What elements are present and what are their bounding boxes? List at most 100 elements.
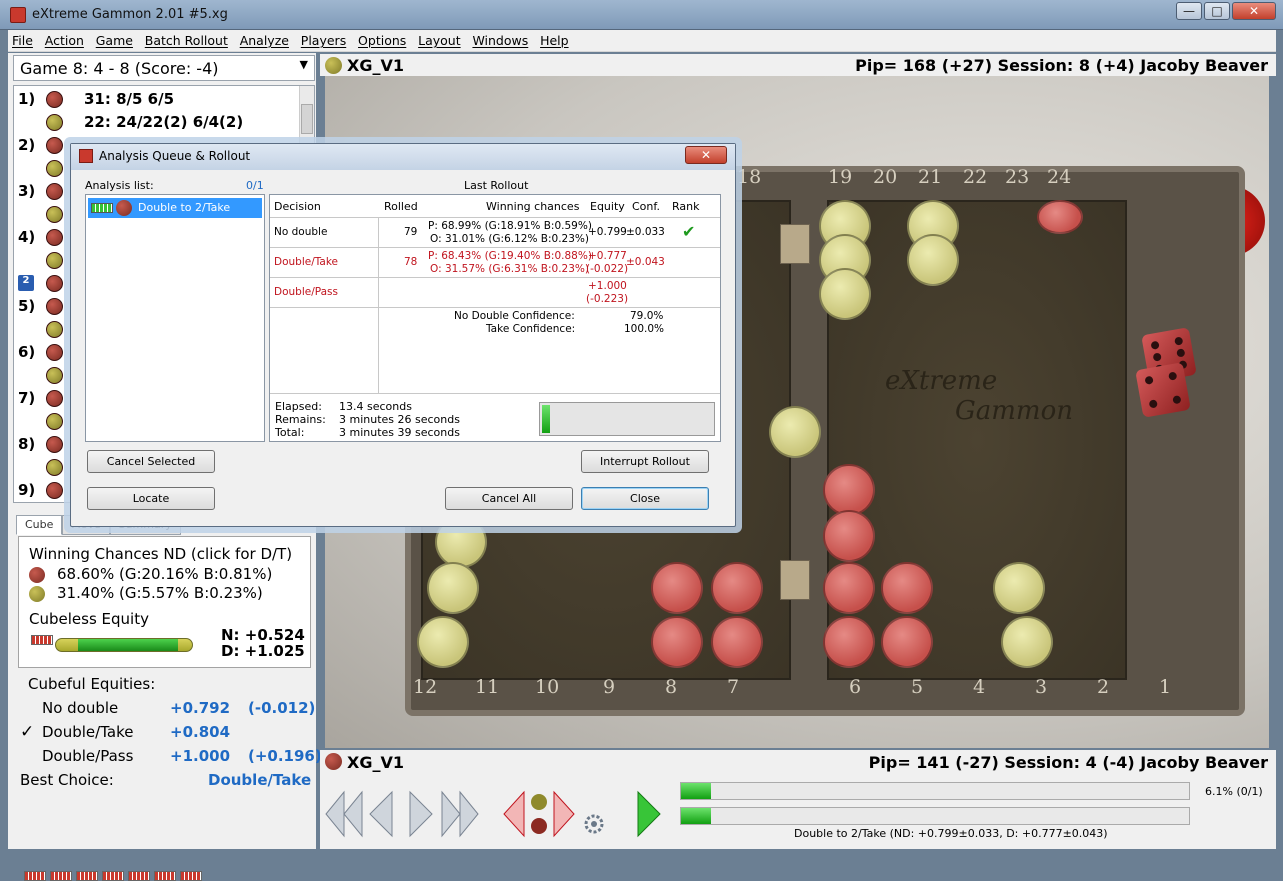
checker-cream[interactable] <box>427 562 479 614</box>
dialog-close-button[interactable]: ✕ <box>685 146 727 164</box>
menu-batch-rollout[interactable]: Batch Rollout <box>141 30 232 48</box>
point-label: 22 <box>963 166 988 188</box>
list-item[interactable]: 22: 24/22(2) 6/4(2) <box>14 111 299 134</box>
first-move-icon[interactable] <box>324 788 364 840</box>
cube-analysis-panel[interactable]: Winning Chances ND (click for D/T) 68.60… <box>18 536 311 668</box>
minimize-button[interactable]: — <box>1176 2 1202 20</box>
analysis-level-icon[interactable] <box>154 871 176 881</box>
menu-help[interactable]: Help <box>536 30 573 48</box>
rollout-bars-icon <box>31 635 53 645</box>
play-icon[interactable] <box>636 788 662 840</box>
red-chances: 68.60% (G:20.16% B:0.81%) <box>57 565 273 583</box>
red-checker-icon <box>46 275 63 292</box>
die-icon[interactable] <box>1135 362 1191 418</box>
menu-analyze[interactable]: Analyze <box>236 30 293 48</box>
equity-cell: +1.000 <box>588 280 627 292</box>
point-label: 11 <box>475 676 500 698</box>
table-row[interactable]: Double/Take 78 P: 68.43% (G:19.40% B:0.8… <box>270 247 720 277</box>
checker-red[interactable] <box>823 510 875 562</box>
analysis-level-icon[interactable] <box>76 871 98 881</box>
app-icon <box>10 7 26 23</box>
equity-bar <box>55 638 193 652</box>
checker-red[interactable] <box>823 616 875 668</box>
col-rolled: Rolled <box>384 200 418 213</box>
table-row[interactable]: Double/Pass +1.000 (-0.223) <box>270 277 720 307</box>
previous-move-icon[interactable] <box>368 788 394 840</box>
point-label: 10 <box>535 676 560 698</box>
point-label: 24 <box>1047 166 1072 188</box>
red-checker-icon <box>46 298 63 315</box>
menu-file[interactable]: File <box>8 30 37 48</box>
menu-options[interactable]: Options <box>354 30 410 48</box>
checker-red[interactable] <box>711 562 763 614</box>
analysis-level-icon[interactable] <box>128 871 150 881</box>
next-move-icon[interactable] <box>408 788 434 840</box>
checker-cream-on-bar[interactable] <box>769 406 821 458</box>
locate-button[interactable]: Locate <box>87 487 215 510</box>
checker-red[interactable] <box>651 562 703 614</box>
menu-players[interactable]: Players <box>297 30 350 48</box>
menu-bar: File Action Game Batch Rollout Analyze P… <box>8 30 1276 52</box>
move-number: 2) <box>18 136 36 154</box>
red-checker-icon <box>46 91 63 108</box>
checker-red[interactable] <box>823 562 875 614</box>
dialog-titlebar: Analysis Queue & Rollout ✕ <box>71 144 735 170</box>
checker-cream[interactable] <box>1001 616 1053 668</box>
list-item[interactable]: 1) 31: 8/5 6/5 <box>14 88 299 111</box>
queue-item[interactable]: Double to 2/Take <box>88 198 262 218</box>
best-choice-label: Best Choice: <box>20 771 114 789</box>
settings-gear-icon[interactable] <box>582 812 606 836</box>
dialog-close-action-button[interactable]: Close <box>581 487 709 510</box>
red-checker-icon <box>116 200 132 216</box>
conf-cell: ±0.033 <box>626 226 665 238</box>
point-label: 8 <box>665 676 678 698</box>
menu-action[interactable]: Action <box>41 30 88 48</box>
analysis-level-icon[interactable] <box>24 871 46 881</box>
checker-red[interactable] <box>881 616 933 668</box>
checker-cream[interactable] <box>993 562 1045 614</box>
analysis-level-icon[interactable] <box>102 871 124 881</box>
col-winning: Winning chances <box>486 200 580 213</box>
top-player-bar: XG_V1 Pip= 168 (+27) Session: 8 (+4) Jac… <box>320 54 1276 76</box>
winning-chances-heading[interactable]: Winning Chances ND (click for D/T) <box>29 545 292 563</box>
p-chances: P: 68.43% (G:19.40% B:0.88%) <box>428 250 592 262</box>
double-take-label: Double/Take <box>42 723 134 741</box>
checker-red[interactable] <box>1037 200 1083 234</box>
player-turn-nav-icon[interactable] <box>502 788 576 840</box>
board-logo: eXtreme Gammon <box>885 366 1073 426</box>
table-row[interactable]: No double 79 P: 68.99% (G:18.91% B:0.59%… <box>270 217 720 247</box>
olive-checker-icon <box>46 367 63 384</box>
cancel-all-button[interactable]: Cancel All <box>445 487 573 510</box>
checker-cream[interactable] <box>907 234 959 286</box>
checker-cream[interactable] <box>417 616 469 668</box>
equity-diff-cell: (-0.022) <box>586 263 629 275</box>
rollout-percent: 6.1% (0/1) <box>1205 785 1263 798</box>
maximize-button[interactable]: □ <box>1204 2 1230 20</box>
tab-cube[interactable]: Cube <box>16 515 63 535</box>
move-text: 31: 8/5 6/5 <box>84 90 175 108</box>
game-selector[interactable]: Game 8: 4 - 8 (Score: -4) ▼ <box>13 55 315 81</box>
analysis-list[interactable]: Double to 2/Take <box>85 194 265 442</box>
menu-layout[interactable]: Layout <box>414 30 465 48</box>
checker-red[interactable] <box>711 616 763 668</box>
scrollbar-thumb[interactable] <box>301 104 313 134</box>
checker-red[interactable] <box>823 464 875 516</box>
interrupt-rollout-button[interactable]: Interrupt Rollout <box>581 450 709 473</box>
double-pass-label: Double/Pass <box>42 747 134 765</box>
menu-game[interactable]: Game <box>92 30 137 48</box>
checker-red[interactable] <box>651 616 703 668</box>
bottom-player-name: XG_V1 <box>347 753 404 772</box>
last-move-icon[interactable] <box>440 788 480 840</box>
rank-check-icon: ✔ <box>682 222 696 241</box>
point-label: 12 <box>413 676 438 698</box>
checker-red[interactable] <box>881 562 933 614</box>
close-button[interactable]: ✕ <box>1232 2 1276 20</box>
analysis-queue-dialog: Analysis Queue & Rollout ✕ Analysis list… <box>70 143 736 527</box>
menu-windows[interactable]: Windows <box>468 30 532 48</box>
progress-fill <box>681 808 712 824</box>
analysis-level-icon[interactable] <box>50 871 72 881</box>
analysis-level-icon[interactable] <box>180 871 202 881</box>
equity-cell: +0.799 <box>588 226 627 238</box>
cancel-selected-button[interactable]: Cancel Selected <box>87 450 215 473</box>
checker-cream[interactable] <box>819 268 871 320</box>
